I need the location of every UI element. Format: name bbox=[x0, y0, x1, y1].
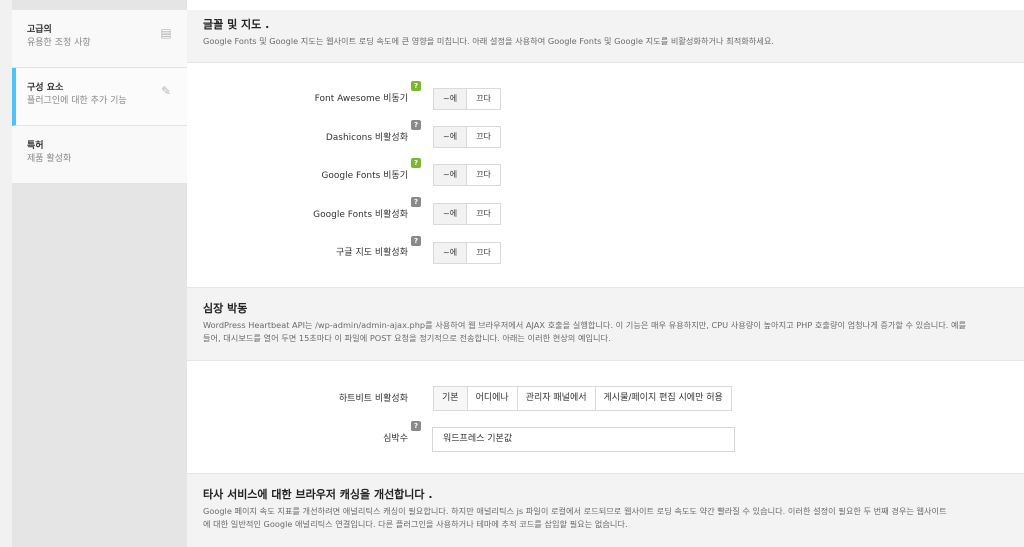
fonts-section-header: 글꼴 및 지도 . Google Fonts 및 Google 지도는 웹사이트… bbox=[187, 10, 1024, 62]
heartbeat-frequency-select[interactable]: 워드프레스 기본값 bbox=[432, 427, 735, 452]
setting-label: Google Fonts 비동기 bbox=[321, 171, 408, 181]
setting-label: Google Fonts 비활성화 bbox=[313, 210, 408, 220]
section-description: Google Fonts 및 Google 지도는 웹사이트 로딩 속도에 큰 … bbox=[203, 36, 774, 46]
section-description-line: 들어, 대시보드를 열어 두면 15초마다 이 파일에 POST 요청을 정기적… bbox=[203, 332, 611, 343]
dashicons-disable-toggle[interactable]: ~에 끄다 bbox=[433, 126, 501, 148]
divider bbox=[187, 62, 1024, 63]
setting-label: Dashicons 비활성화 bbox=[325, 133, 408, 143]
toggle-off-option[interactable]: 끄다 bbox=[467, 243, 500, 263]
toggle-on-option[interactable]: ~에 bbox=[434, 89, 468, 109]
help-icon[interactable]: ? bbox=[411, 197, 421, 207]
toggle-off-option[interactable]: 끄다 bbox=[467, 89, 500, 109]
sidebar-item-title: 특허 bbox=[27, 141, 44, 151]
divider bbox=[187, 360, 1024, 361]
main-panel: 글꼴 및 지도 . Google Fonts 및 Google 지도는 웹사이트… bbox=[187, 0, 1024, 547]
heartbeat-frequency-label: 심박수 bbox=[383, 434, 408, 444]
help-icon[interactable]: ? bbox=[411, 158, 421, 168]
help-icon[interactable]: ? bbox=[411, 81, 421, 91]
help-icon[interactable]: ? bbox=[411, 236, 421, 246]
help-icon[interactable]: ? bbox=[411, 120, 421, 130]
google-fonts-async-toggle[interactable]: ~에 끄다 bbox=[433, 164, 501, 186]
google-maps-disable-toggle[interactable]: ~에 끄다 bbox=[433, 242, 501, 264]
section-description-line: 에 대한 일반적인 Google 애널리틱스 연결입니다. 다른 플러그인을 사… bbox=[203, 518, 628, 529]
help-icon[interactable]: ? bbox=[411, 421, 421, 431]
app-frame: 고급의 유용한 조정 사항 ▤ 구성 요소 플러그인에 대한 추가 기능 ✎ 특… bbox=[0, 0, 1024, 547]
section-description: WordPress Heartbeat API는 /wp-admin/admin… bbox=[203, 319, 1008, 344]
font-awesome-async-toggle[interactable]: ~에 끄다 bbox=[433, 88, 501, 110]
heartbeat-disable-segmented[interactable]: 기본 어디에나 관리자 패널에서 게시물/페이지 편집 시에만 허용 bbox=[433, 386, 732, 411]
google-fonts-disable-toggle[interactable]: ~에 끄다 bbox=[433, 203, 501, 225]
heartbeat-option-admin[interactable]: 관리자 패널에서 bbox=[516, 387, 595, 410]
toggle-off-option[interactable]: 끄다 bbox=[467, 165, 500, 185]
section-title: 타사 서비스에 대한 브라우저 캐싱을 개선합니다 . bbox=[203, 488, 433, 501]
sidebar: 고급의 유용한 조정 사항 ▤ 구성 요소 플러그인에 대한 추가 기능 ✎ 특… bbox=[12, 0, 187, 547]
toggle-on-option[interactable]: ~에 bbox=[434, 165, 468, 185]
toggle-off-option[interactable]: 끄다 bbox=[467, 204, 500, 224]
section-description-line: WordPress Heartbeat API는 /wp-admin/admin… bbox=[203, 320, 967, 330]
setting-label: 구글 지도 비활성화 bbox=[336, 248, 408, 258]
heartbeat-section-header: 심장 박동 WordPress Heartbeat API는 /wp-admin… bbox=[187, 288, 1024, 360]
toggle-on-option[interactable]: ~에 bbox=[434, 127, 468, 147]
list-icon: ▤ bbox=[160, 26, 172, 40]
toggle-on-option[interactable]: ~에 bbox=[434, 204, 468, 224]
sidebar-item-subtitle: 제품 활성화 bbox=[27, 154, 72, 164]
section-description: Google 페이지 속도 지표를 개선하려면 애널리틱스 캐싱이 필요합니다.… bbox=[203, 505, 1008, 530]
sidebar-item-advanced[interactable]: 고급의 유용한 조정 사항 ▤ bbox=[12, 10, 187, 68]
section-title: 심장 박동 bbox=[203, 302, 248, 315]
caching-section-header: 타사 서비스에 대한 브라우저 캐싱을 개선합니다 . Google 페이지 속… bbox=[187, 474, 1024, 547]
toggle-off-option[interactable]: 끄다 bbox=[467, 127, 500, 147]
heartbeat-option-everywhere[interactable]: 어디에나 bbox=[466, 387, 517, 410]
heartbeat-disable-label: 하트비트 비활성화 bbox=[338, 394, 408, 404]
section-description-line: Google 페이지 속도 지표를 개선하려면 애널리틱스 캐싱이 필요합니다.… bbox=[203, 506, 947, 516]
heartbeat-option-post-edit[interactable]: 게시물/페이지 편집 시에만 허용 bbox=[594, 387, 731, 410]
section-title: 글꼴 및 지도 . bbox=[203, 18, 270, 31]
heartbeat-option-default[interactable]: 기본 bbox=[434, 387, 467, 410]
plugin-icon: ✎ bbox=[160, 84, 172, 98]
toggle-on-option[interactable]: ~에 bbox=[434, 243, 468, 263]
sidebar-item-components[interactable]: 구성 요소 플러그인에 대한 추가 기능 ✎ bbox=[12, 68, 187, 126]
setting-label: Font Awesome 비동기 bbox=[314, 94, 408, 104]
sidebar-item-license[interactable]: 특허 제품 활성화 bbox=[12, 126, 187, 184]
